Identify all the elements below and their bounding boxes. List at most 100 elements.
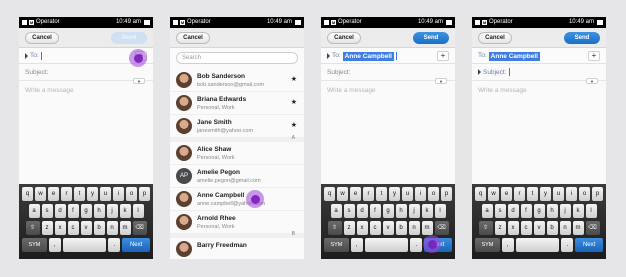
key-b[interactable]: b [546, 221, 558, 235]
key-j[interactable]: j [106, 204, 118, 218]
key-w[interactable]: w [35, 187, 46, 201]
favorite-star-icon[interactable]: ★ [291, 98, 297, 106]
key-j[interactable]: j [559, 204, 571, 218]
period-key[interactable]: . [108, 238, 121, 252]
key-k[interactable]: k [119, 204, 131, 218]
cancel-button[interactable]: Cancel [327, 32, 361, 44]
favorite-star-icon[interactable]: ★ [291, 75, 297, 83]
key-w[interactable]: w [337, 187, 348, 201]
key-h[interactable]: h [546, 204, 558, 218]
key-r[interactable]: r [514, 187, 525, 201]
key-g[interactable]: g [382, 204, 394, 218]
key-d[interactable]: d [356, 204, 368, 218]
key-y[interactable]: y [87, 187, 98, 201]
key-o[interactable]: o [126, 187, 137, 201]
space-key[interactable] [364, 238, 409, 252]
key-i[interactable]: i [566, 187, 577, 201]
key-h[interactable]: h [93, 204, 105, 218]
expand-tab-button[interactable]: ▼ [435, 78, 447, 84]
contact-item-briana-edwards[interactable]: Briana Edwards Personal, Work ★ [170, 92, 304, 115]
cancel-button[interactable]: Cancel [478, 32, 512, 44]
key-q[interactable]: q [22, 187, 33, 201]
space-key[interactable] [62, 238, 107, 252]
expand-arrow-icon[interactable] [25, 53, 28, 59]
key-d[interactable]: d [507, 204, 519, 218]
key-n[interactable]: n [408, 221, 420, 235]
message-body-field[interactable]: Write a message [321, 81, 455, 143]
key-e[interactable]: e [350, 187, 361, 201]
key-u[interactable]: u [402, 187, 413, 201]
key-b[interactable]: b [395, 221, 407, 235]
key-t[interactable]: t [376, 187, 387, 201]
period-key[interactable]: . [561, 238, 574, 252]
key-o[interactable]: o [579, 187, 590, 201]
contact-item-jane-smith[interactable]: Jane Smith janesmith@yahoo.com ★ [170, 115, 304, 138]
send-button[interactable]: Send [111, 32, 147, 44]
key-f[interactable]: f [67, 204, 79, 218]
key-t[interactable]: t [527, 187, 538, 201]
key-g[interactable]: g [533, 204, 545, 218]
contact-item-alice-shaw[interactable]: Alice Shaw Personal, Work [170, 142, 304, 165]
send-button[interactable]: Send [564, 32, 600, 44]
key-a[interactable]: a [481, 204, 493, 218]
expand-arrow-icon[interactable] [478, 69, 481, 76]
expand-tab-button[interactable]: ▼ [133, 78, 145, 84]
key-w[interactable]: w [488, 187, 499, 201]
send-button[interactable]: Send [413, 32, 449, 44]
key-p[interactable]: p [592, 187, 603, 201]
key-q[interactable]: q [324, 187, 335, 201]
subject-field[interactable]: Subject: ▼ [19, 64, 153, 84]
key-i[interactable]: i [415, 187, 426, 201]
key-l[interactable]: l [585, 204, 597, 218]
key-z[interactable]: z [343, 221, 355, 235]
message-body-field[interactable]: Write a message [19, 81, 153, 143]
key-l[interactable]: l [434, 204, 446, 218]
sym-key[interactable]: SYM [324, 238, 349, 252]
key-a[interactable]: a [330, 204, 342, 218]
key-k[interactable]: k [572, 204, 584, 218]
key-s[interactable]: s [343, 204, 355, 218]
key-e[interactable]: e [501, 187, 512, 201]
message-body-field[interactable]: Write a message [472, 81, 606, 143]
key-x[interactable]: x [507, 221, 519, 235]
key-l[interactable]: l [132, 204, 144, 218]
key-b[interactable]: b [93, 221, 105, 235]
key-u[interactable]: u [553, 187, 564, 201]
sym-key[interactable]: SYM [22, 238, 47, 252]
expand-tab-button[interactable]: ▼ [586, 78, 598, 84]
key-y[interactable]: y [389, 187, 400, 201]
favorite-star-icon[interactable]: ★ [291, 121, 297, 129]
key-s[interactable]: s [494, 204, 506, 218]
next-key[interactable]: Next [575, 238, 604, 252]
key-p[interactable]: p [441, 187, 452, 201]
key-f[interactable]: f [369, 204, 381, 218]
search-input[interactable]: Search [176, 52, 298, 64]
key-c[interactable]: c [67, 221, 79, 235]
key-r[interactable]: r [61, 187, 72, 201]
comma-key[interactable]: , [350, 238, 363, 252]
period-key[interactable]: . [410, 238, 423, 252]
shift-key[interactable]: ⇧ [478, 221, 493, 235]
key-m[interactable]: m [421, 221, 433, 235]
to-field[interactable]: To: Anne Campbell + [321, 48, 455, 64]
key-m[interactable]: m [119, 221, 131, 235]
next-key[interactable]: Next [122, 238, 151, 252]
contact-item-barry-freedman[interactable]: Barry Freedman [170, 238, 304, 259]
shift-key[interactable]: ⇧ [327, 221, 342, 235]
key-i[interactable]: i [113, 187, 124, 201]
key-c[interactable]: c [369, 221, 381, 235]
key-f[interactable]: f [520, 204, 532, 218]
comma-key[interactable]: , [501, 238, 514, 252]
key-s[interactable]: s [41, 204, 53, 218]
to-field[interactable]: To: Anne Campbell + [472, 48, 606, 64]
add-recipient-button[interactable]: + [588, 51, 600, 61]
key-x[interactable]: x [356, 221, 368, 235]
recipient-chip[interactable]: Anne Campbell [342, 51, 394, 61]
shift-key[interactable]: ⇧ [25, 221, 40, 235]
sym-key[interactable]: SYM [475, 238, 500, 252]
key-t[interactable]: t [74, 187, 85, 201]
add-recipient-button[interactable]: + [437, 51, 449, 61]
key-g[interactable]: g [80, 204, 92, 218]
recipient-chip[interactable]: Anne Campbell [488, 51, 540, 61]
subject-field[interactable]: Subject: ▼ [472, 64, 606, 84]
